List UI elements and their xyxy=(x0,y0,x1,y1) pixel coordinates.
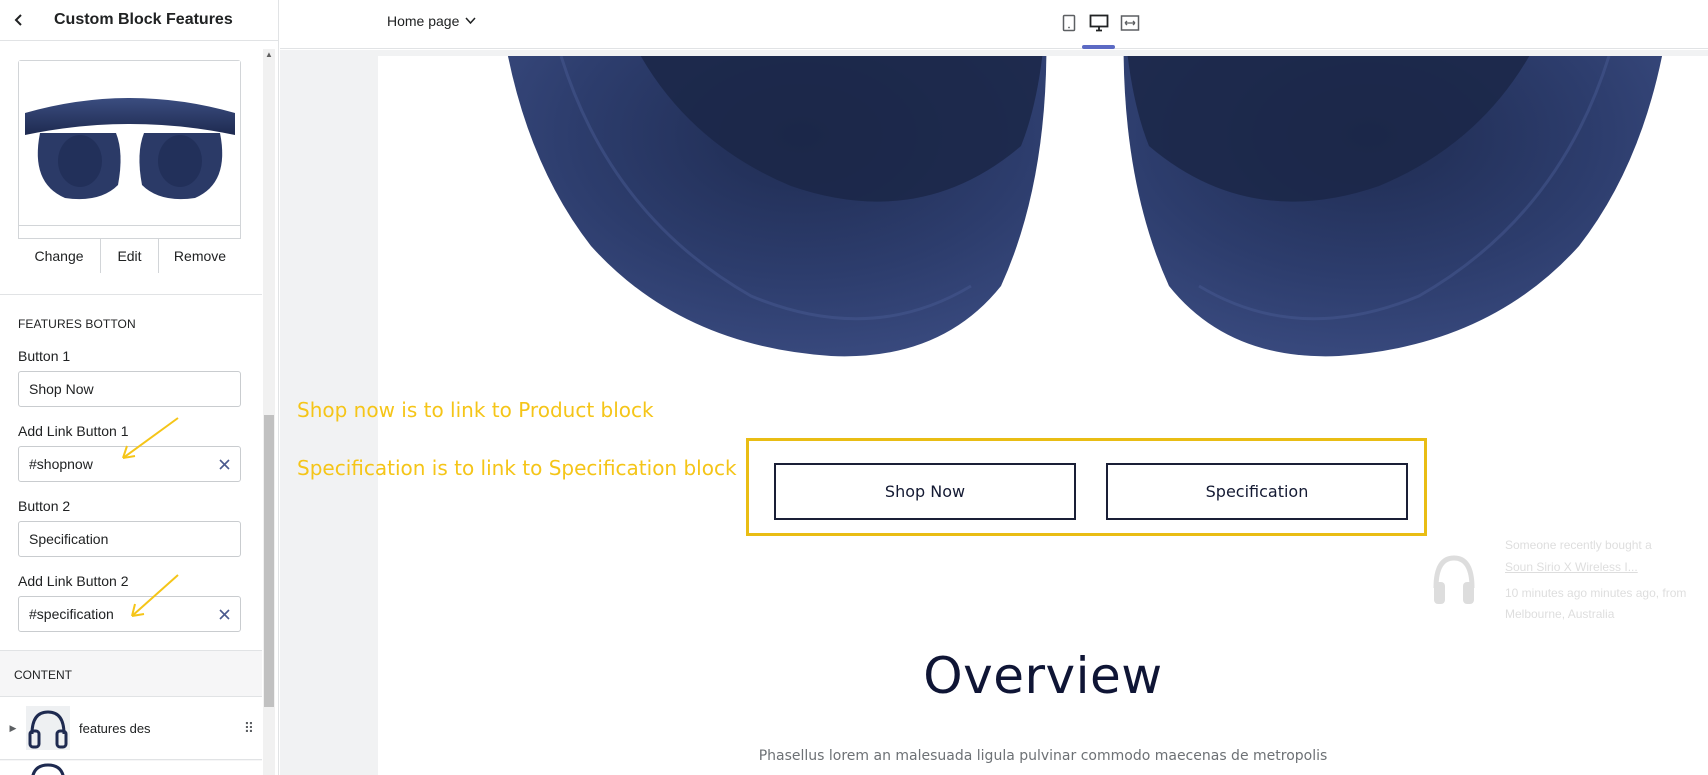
toast-line-1: Someone recently bought a xyxy=(1505,538,1652,552)
headphone-image xyxy=(24,98,235,200)
recent-purchase-toast[interactable]: Someone recently bought a Soun Sirio X W… xyxy=(1432,532,1708,632)
features-button-heading: FEATURES BOTTON xyxy=(18,317,136,331)
button1-input[interactable]: Shop Now xyxy=(18,371,241,407)
expand-caret-icon[interactable]: ▶ xyxy=(0,723,26,734)
toast-line-4: Melbourne, Australia xyxy=(1505,607,1615,621)
button1-label: Button 1 xyxy=(18,348,71,364)
shop-now-button[interactable]: Shop Now xyxy=(774,463,1076,520)
page-selector[interactable]: Home page xyxy=(387,10,476,32)
button2-input[interactable]: Specification xyxy=(18,521,241,557)
content-block-item-partial[interactable] xyxy=(0,761,262,775)
headphone-thumbnail xyxy=(19,61,240,226)
annotation-shop-now: Shop now is to link to Product block xyxy=(297,398,654,422)
overview-description: Phasellus lorem an malesuada ligula pulv… xyxy=(758,748,1328,764)
drag-handle-icon[interactable]: ⠿ xyxy=(234,720,262,737)
link2-input[interactable]: #specification xyxy=(18,596,241,632)
headphones-icon xyxy=(1433,555,1475,604)
button2-input-value: Specification xyxy=(29,531,109,547)
headphones-icon xyxy=(26,706,70,750)
page-selector-label: Home page xyxy=(387,13,460,29)
content-block-item[interactable]: ▶ features des ⠿ xyxy=(0,696,262,760)
headphone-left-earcup-image xyxy=(507,56,1047,357)
editor-topbar: Home page xyxy=(280,0,1708,49)
toast-line-3: 10 minutes ago minutes ago, from xyxy=(1505,586,1687,600)
section-divider xyxy=(0,650,262,651)
section-divider xyxy=(0,294,262,295)
chevron-left-icon xyxy=(14,14,22,26)
specification-button[interactable]: Specification xyxy=(1106,463,1408,520)
back-button[interactable] xyxy=(0,0,38,41)
change-image-button[interactable]: Change xyxy=(18,239,101,273)
button2-label: Button 2 xyxy=(18,498,71,514)
sidebar-scrollbar-thumb[interactable] xyxy=(264,415,274,707)
link1-input[interactable]: #shopnow xyxy=(18,446,241,482)
fullwidth-icon xyxy=(1120,15,1140,31)
settings-sidebar: Custom Block Features Change Edit Remove… xyxy=(0,0,279,775)
sidebar-header: Custom Block Features xyxy=(0,0,278,41)
annotation-specification: Specification is to link to Specificatio… xyxy=(297,456,737,480)
headphone-right-earcup-image xyxy=(1123,56,1663,357)
mobile-view-button[interactable] xyxy=(1057,11,1081,35)
fullwidth-view-button[interactable] xyxy=(1118,11,1142,35)
edit-image-button[interactable]: Edit xyxy=(101,239,159,273)
content-heading: CONTENT xyxy=(14,668,72,682)
link1-input-value: #shopnow xyxy=(29,456,93,472)
clear-link1-button[interactable] xyxy=(216,456,233,473)
scroll-up-arrow-icon[interactable]: ▲ xyxy=(263,49,275,61)
image-actions: Change Edit Remove xyxy=(18,238,241,273)
link2-input-value: #specification xyxy=(29,606,114,622)
remove-image-button[interactable]: Remove xyxy=(159,239,241,273)
content-block-label: features des xyxy=(79,720,151,736)
toast-product-link[interactable]: Soun Sirio X Wireless I... xyxy=(1505,560,1638,574)
sidebar-title: Custom Block Features xyxy=(54,11,233,28)
headphones-icon xyxy=(31,763,65,775)
close-icon xyxy=(219,609,230,620)
overview-title: Overview xyxy=(923,647,1163,705)
desktop-view-button[interactable] xyxy=(1087,11,1111,35)
clear-link2-button[interactable] xyxy=(216,606,233,623)
sidebar-scroll-area: Change Edit Remove FEATURES BOTTON Butto… xyxy=(0,49,262,775)
active-device-indicator xyxy=(1082,45,1115,49)
button1-input-value: Shop Now xyxy=(29,381,94,397)
link2-label: Add Link Button 2 xyxy=(18,573,129,589)
mobile-icon xyxy=(1062,14,1076,32)
close-icon xyxy=(219,459,230,470)
link1-label: Add Link Button 1 xyxy=(18,423,129,439)
desktop-icon xyxy=(1089,14,1109,32)
chevron-down-icon xyxy=(465,17,476,25)
